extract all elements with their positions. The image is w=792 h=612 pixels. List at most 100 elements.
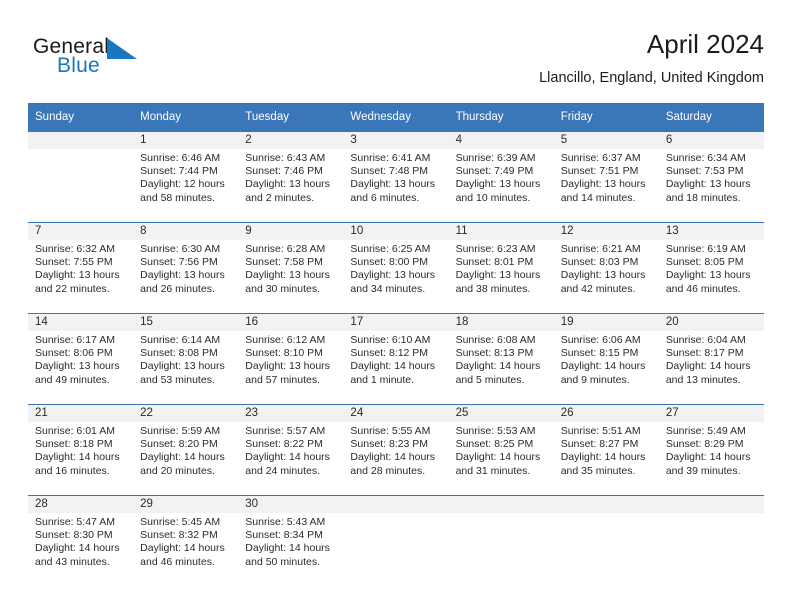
daylight-text-line2: and 50 minutes. [245,555,320,568]
daylight-text-line1: Daylight: 14 hours [245,451,330,464]
daylight-text-line1: Daylight: 13 hours [140,269,225,282]
daylight-text-line1: Daylight: 12 hours [140,178,225,191]
calendar-day-cell[interactable]: 22 Sunrise: 5:59 AM Sunset: 8:20 PM Dayligh… [133,404,239,496]
day-details: Sunrise: 6:28 AM Sunset: 7:58 PM Daylight:… [238,240,343,296]
calendar-week-row: 28 Sunrise: 5:47 AM Sunset: 8:30 PM Dayligh… [28,495,764,586]
day-cell-inner: 28 Sunrise: 5:47 AM Sunset: 8:30 PM Dayligh… [28,496,134,586]
day-number [553,496,659,513]
day-details: Sunrise: 6:23 AM Sunset: 8:01 PM Daylight:… [449,240,554,296]
day-details: Sunrise: 6:10 AM Sunset: 8:12 PM Daylight:… [343,331,448,387]
calendar-day-cell[interactable]: 2 Sunrise: 6:43 AM Sunset: 7:46 PM Daylight… [238,131,344,223]
day-cell-inner: 19 Sunrise: 6:06 AM Sunset: 8:15 PM Dayligh… [553,314,659,404]
day-cell-inner [658,496,764,586]
calendar-day-cell[interactable]: 21 Sunrise: 6:01 AM Sunset: 8:18 PM Dayligh… [28,404,134,496]
day-number: 30 [238,496,344,513]
day-number: 1 [133,132,239,149]
sunrise-text: Sunrise: 6:21 AM [560,243,641,255]
daylight-text-line1: Daylight: 13 hours [350,269,436,282]
sunrise-text: Sunrise: 6:12 AM [245,334,326,346]
calendar-day-cell[interactable]: 18 Sunrise: 6:08 AM Sunset: 8:13 PM Dayligh… [448,313,554,405]
calendar-header-row: Sunday Monday Tuesday Wednesday Thursday Frid… [28,103,764,132]
day-number: 11 [448,223,554,240]
daylight-text-line2: and 1 minute. [350,373,415,386]
day-cell-inner: 12 Sunrise: 6:21 AM Sunset: 8:03 PM Dayligh… [553,223,659,313]
daylight-text-line1: Daylight: 13 hours [350,178,436,191]
day-details: Sunrise: 6:19 AM Sunset: 8:05 PM Daylight:… [659,240,764,296]
day-number: 22 [133,405,239,422]
sunrise-text: Sunrise: 5:45 AM [140,516,221,528]
daylight-text-line1: Daylight: 14 hours [350,360,436,373]
day-details: Sunrise: 6:12 AM Sunset: 8:10 PM Daylight:… [238,331,343,387]
calendar-day-cell-empty [28,131,134,223]
weekday-header-tuesday: Tuesday [238,103,344,132]
sunrise-text: Sunrise: 6:17 AM [35,334,115,346]
day-details: Sunrise: 6:21 AM Sunset: 8:03 PM Daylight:… [554,240,659,296]
calendar-day-cell[interactable]: 19 Sunrise: 6:06 AM Sunset: 8:15 PM Dayligh… [553,313,659,405]
daylight-text-line2: and 2 minutes. [245,191,315,204]
sunrise-text: Sunrise: 6:01 AM [35,425,115,437]
calendar-day-cell[interactable]: 5 Sunrise: 6:37 AM Sunset: 7:51 PM Daylight… [553,131,659,223]
daylight-text-line1: Daylight: 14 hours [245,542,330,555]
day-cell-inner: 4 Sunrise: 6:39 AM Sunset: 7:49 PM Daylight… [448,132,554,222]
calendar-day-cell-empty [343,495,449,586]
sunrise-text: Sunrise: 6:30 AM [140,243,221,255]
calendar-day-cell[interactable]: 12 Sunrise: 6:21 AM Sunset: 8:03 PM Dayligh… [553,222,659,314]
weekday-header-monday: Monday [133,103,239,132]
day-details: Sunrise: 6:06 AM Sunset: 8:15 PM Daylight:… [554,331,659,387]
calendar-day-cell[interactable]: 4 Sunrise: 6:39 AM Sunset: 7:49 PM Daylight… [448,131,554,223]
daylight-text-line2: and 22 minutes. [35,282,110,295]
calendar-day-cell[interactable]: 6 Sunrise: 6:34 AM Sunset: 7:53 PM Daylight… [658,131,764,223]
calendar-day-cell[interactable]: 7 Sunrise: 6:32 AM Sunset: 7:55 PM Daylight… [28,222,134,314]
daylight-text-line2: and 38 minutes. [455,282,531,295]
sunset-text: Sunset: 8:10 PM [245,347,323,360]
sunrise-text: Sunrise: 5:47 AM [35,516,115,528]
calendar-body: 1 Sunrise: 6:46 AM Sunset: 7:44 PM Daylight… [28,131,764,586]
calendar-day-cell[interactable]: 9 Sunrise: 6:28 AM Sunset: 7:58 PM Daylight… [238,222,344,314]
calendar-day-cell[interactable]: 11 Sunrise: 6:23 AM Sunset: 8:01 PM Dayligh… [448,222,554,314]
weekday-header-thursday: Thursday [448,103,554,132]
calendar-day-cell[interactable]: 27 Sunrise: 5:49 AM Sunset: 8:29 PM Dayligh… [658,404,764,496]
daylight-text-line1: Daylight: 13 hours [245,360,330,373]
daylight-text-line1: Daylight: 13 hours [245,269,330,282]
sunset-text: Sunset: 8:20 PM [140,438,218,451]
calendar-day-cell[interactable]: 8 Sunrise: 6:30 AM Sunset: 7:56 PM Daylight… [133,222,239,314]
daylight-text-line1: Daylight: 13 hours [35,360,120,373]
day-number: 12 [553,223,659,240]
day-number: 13 [658,223,764,240]
sunrise-text: Sunrise: 6:19 AM [665,243,746,255]
weekday-header-sunday: Sunday [28,103,134,132]
calendar-day-cell[interactable]: 30 Sunrise: 5:43 AM Sunset: 8:34 PM Dayligh… [238,495,344,586]
calendar-day-cell[interactable]: 29 Sunrise: 5:45 AM Sunset: 8:32 PM Dayligh… [133,495,239,586]
day-details: Sunrise: 6:17 AM Sunset: 8:06 PM Daylight:… [28,331,133,387]
day-details: Sunrise: 5:55 AM Sunset: 8:23 PM Daylight:… [343,422,448,478]
calendar-day-cell[interactable]: 16 Sunrise: 6:12 AM Sunset: 8:10 PM Dayligh… [238,313,344,405]
calendar-day-cell[interactable]: 17 Sunrise: 6:10 AM Sunset: 8:12 PM Dayligh… [343,313,449,405]
day-number: 15 [133,314,239,331]
calendar-day-cell[interactable]: 10 Sunrise: 6:25 AM Sunset: 8:00 PM Dayligh… [343,222,449,314]
day-number: 8 [133,223,239,240]
calendar-day-cell[interactable]: 28 Sunrise: 5:47 AM Sunset: 8:30 PM Dayligh… [28,495,134,586]
brand-logo[interactable]: General Blue [33,36,193,88]
sunset-text: Sunset: 7:58 PM [245,256,323,269]
sunset-text: Sunset: 8:22 PM [245,438,323,451]
calendar-day-cell[interactable]: 24 Sunrise: 5:55 AM Sunset: 8:23 PM Dayligh… [343,404,449,496]
calendar-day-cell[interactable]: 14 Sunrise: 6:17 AM Sunset: 8:06 PM Dayligh… [28,313,134,405]
day-number: 26 [553,405,659,422]
calendar-day-cell[interactable]: 1 Sunrise: 6:46 AM Sunset: 7:44 PM Daylight… [133,131,239,223]
calendar-day-cell[interactable]: 13 Sunrise: 6:19 AM Sunset: 8:05 PM Dayligh… [658,222,764,314]
calendar-day-cell[interactable]: 23 Sunrise: 5:57 AM Sunset: 8:22 PM Dayligh… [238,404,344,496]
daylight-text-line1: Daylight: 14 hours [560,360,646,373]
calendar-day-cell[interactable]: 26 Sunrise: 5:51 AM Sunset: 8:27 PM Dayligh… [553,404,659,496]
day-details: Sunrise: 6:34 AM Sunset: 7:53 PM Daylight:… [659,149,764,205]
daylight-text-line1: Daylight: 13 hours [665,178,751,191]
daylight-text-line2: and 43 minutes. [35,555,110,568]
calendar-day-cell[interactable]: 15 Sunrise: 6:14 AM Sunset: 8:08 PM Dayligh… [133,313,239,405]
sunset-text: Sunset: 7:51 PM [560,165,639,178]
sunset-text: Sunset: 7:53 PM [665,165,744,178]
calendar-day-cell[interactable]: 3 Sunrise: 6:41 AM Sunset: 7:48 PM Daylight… [343,131,449,223]
calendar-day-cell[interactable]: 25 Sunrise: 5:53 AM Sunset: 8:25 PM Dayligh… [448,404,554,496]
daylight-text-line2: and 5 minutes. [455,373,525,386]
daylight-text-line1: Daylight: 14 hours [455,451,541,464]
calendar-day-cell[interactable]: 20 Sunrise: 6:04 AM Sunset: 8:17 PM Dayligh… [658,313,764,405]
daylight-text-line1: Daylight: 14 hours [35,542,120,555]
